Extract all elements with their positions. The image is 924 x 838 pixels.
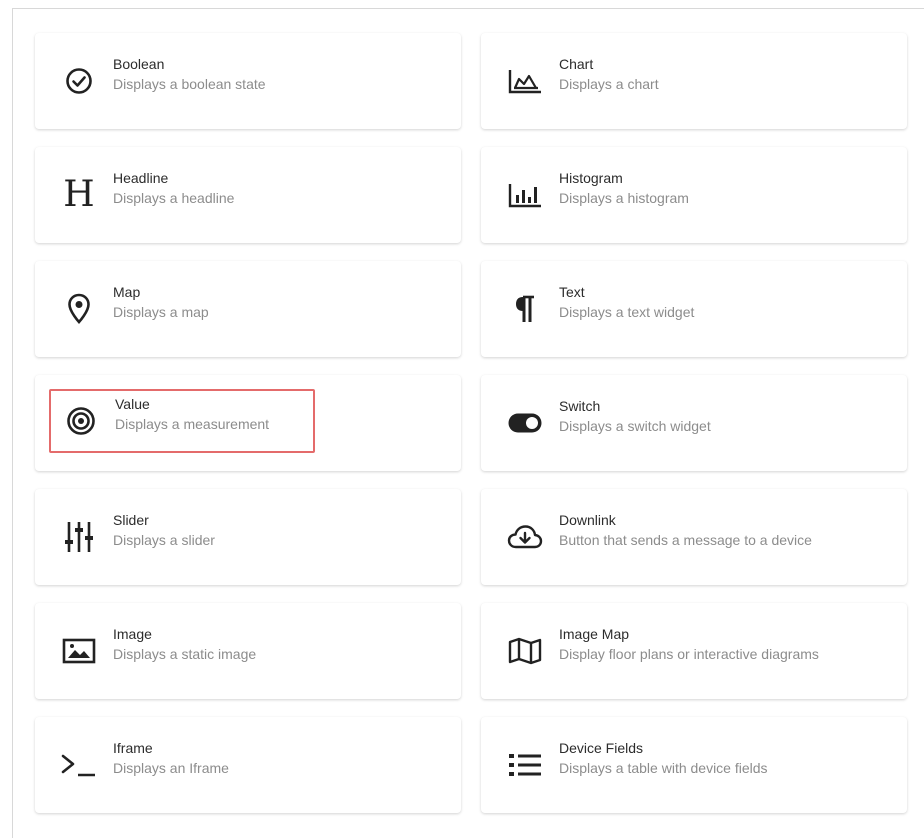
selection-highlight: Value Displays a measurement xyxy=(49,389,315,453)
widget-card-device-fields[interactable]: Device Fields Displays a table with devi… xyxy=(481,717,907,813)
widget-card-chart[interactable]: Chart Displays a chart xyxy=(481,33,907,129)
widget-title: Map xyxy=(113,284,141,300)
widget-description: Displays a measurement xyxy=(115,416,270,432)
widget-title: Device Fields xyxy=(559,740,644,756)
widget-card-image[interactable]: Image Displays a static image xyxy=(35,603,461,699)
widget-description: Displays an Iframe xyxy=(113,760,229,776)
widget-title: Boolean xyxy=(113,56,165,72)
widget-card-image-map[interactable]: Image Map Display floor plans or interac… xyxy=(481,603,907,699)
widget-title: Image xyxy=(113,626,152,642)
widget-description: Displays a chart xyxy=(559,76,659,92)
target-icon xyxy=(61,401,101,441)
widget-title: Switch xyxy=(559,398,601,414)
widget-description: Displays a boolean state xyxy=(113,76,266,92)
area-chart-icon xyxy=(505,61,545,101)
widget-card-downlink[interactable]: Downlink Button that sends a message to … xyxy=(481,489,907,585)
widget-description: Displays a map xyxy=(113,304,209,320)
widget-grid: Boolean Displays a boolean state Chart D… xyxy=(35,33,907,813)
widget-title: Headline xyxy=(113,170,169,186)
widget-card-boolean[interactable]: Boolean Displays a boolean state xyxy=(35,33,461,129)
headline-h-icon: H xyxy=(63,174,95,215)
widget-description: Displays a headline xyxy=(113,190,235,206)
widget-description: Displays a switch widget xyxy=(559,418,711,434)
terminal-prompt-icon xyxy=(59,745,99,785)
widget-title: Value xyxy=(115,396,150,412)
cloud-download-icon xyxy=(505,517,545,557)
widget-description: Displays a histogram xyxy=(559,190,689,206)
widget-description: Displays a static image xyxy=(113,646,257,662)
widget-description: Display floor plans or interactive diagr… xyxy=(559,646,819,662)
widget-description: Button that sends a message to a device xyxy=(559,532,812,548)
toggle-icon xyxy=(505,403,545,443)
widget-card-histogram[interactable]: Histogram Displays a histogram xyxy=(481,147,907,243)
folded-map-icon xyxy=(505,631,545,671)
widget-title: Chart xyxy=(559,56,594,72)
widget-card-map[interactable]: Map Displays a map xyxy=(35,261,461,357)
widget-title: Histogram xyxy=(559,170,623,186)
widget-description: Displays a slider xyxy=(113,532,215,548)
widget-description: Displays a table with device fields xyxy=(559,760,768,776)
widget-title: Iframe xyxy=(113,740,153,756)
widget-card-switch[interactable]: Switch Displays a switch widget xyxy=(481,375,907,471)
widget-card-headline[interactable]: H Headline Displays a headline xyxy=(35,147,461,243)
widget-card-iframe[interactable]: Iframe Displays an Iframe xyxy=(35,717,461,813)
histogram-icon xyxy=(505,175,545,215)
widget-title: Downlink xyxy=(559,512,616,528)
widget-title: Slider xyxy=(113,512,149,528)
sliders-icon xyxy=(59,517,99,557)
widget-title: Image Map xyxy=(559,626,630,642)
widget-title: Text xyxy=(559,284,585,300)
image-icon xyxy=(59,631,99,671)
widget-card-text[interactable]: Text Displays a text widget xyxy=(481,261,907,357)
check-circle-icon xyxy=(59,61,99,101)
pilcrow-icon xyxy=(505,289,545,329)
widget-card-slider[interactable]: Slider Displays a slider xyxy=(35,489,461,585)
map-pin-icon xyxy=(59,289,99,329)
widget-description: Displays a text widget xyxy=(559,304,695,320)
widget-picker-panel: Boolean Displays a boolean state Chart D… xyxy=(12,8,924,838)
widget-card-value[interactable]: Value Displays a measurement xyxy=(35,375,461,471)
list-icon xyxy=(505,745,545,785)
